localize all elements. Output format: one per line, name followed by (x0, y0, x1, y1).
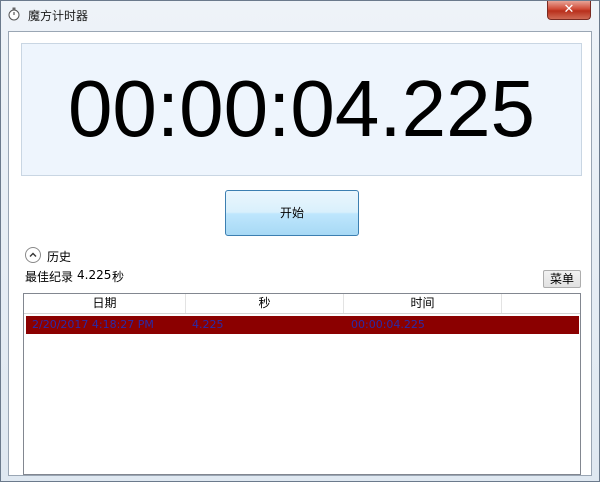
close-button[interactable]: ✕ (547, 1, 591, 20)
table-row[interactable]: 2/20/2017 4:18:27 PM 4.225 00:00:04.225 (26, 316, 579, 334)
menu-button[interactable]: 菜单 (543, 270, 581, 288)
window-title: 魔方计时器 (28, 9, 89, 23)
start-button[interactable]: 开始 (225, 190, 359, 236)
column-header-seconds[interactable]: 秒 (186, 294, 344, 313)
history-table[interactable]: 日期 秒 时间 2/20/2017 4:18:27 PM 4.225 00:00… (23, 293, 581, 475)
best-record-label: 最佳纪录 (25, 270, 74, 284)
title-bar[interactable]: 魔方计时器 ✕ (1, 1, 599, 29)
column-header-time[interactable]: 时间 (344, 294, 502, 313)
cell-date: 2/20/2017 4:18:27 PM (32, 318, 154, 331)
table-header: 日期 秒 时间 (24, 294, 580, 314)
best-record-value: 4.225 (77, 268, 112, 282)
client-area: 00:00:04.225 开始 历史 最佳纪录 4.225 秒 菜单 日期 秒 … (8, 31, 592, 476)
history-label: 历史 (47, 250, 72, 264)
cell-seconds: 4.225 (192, 318, 224, 331)
column-header-filler (502, 294, 580, 313)
app-icon (8, 7, 20, 21)
cell-time: 00:00:04.225 (351, 318, 425, 331)
timer-display: 00:00:04.225 (67, 64, 536, 153)
best-record-unit: 秒 (112, 270, 125, 284)
timer-panel: 00:00:04.225 (21, 43, 582, 176)
app-window: 魔方计时器 ✕ 00:00:04.225 开始 历史 最佳纪录 4.225 秒 … (0, 0, 600, 482)
column-header-date[interactable]: 日期 (24, 294, 186, 313)
chevron-up-icon (29, 252, 37, 257)
history-collapse-toggle[interactable] (25, 247, 41, 263)
